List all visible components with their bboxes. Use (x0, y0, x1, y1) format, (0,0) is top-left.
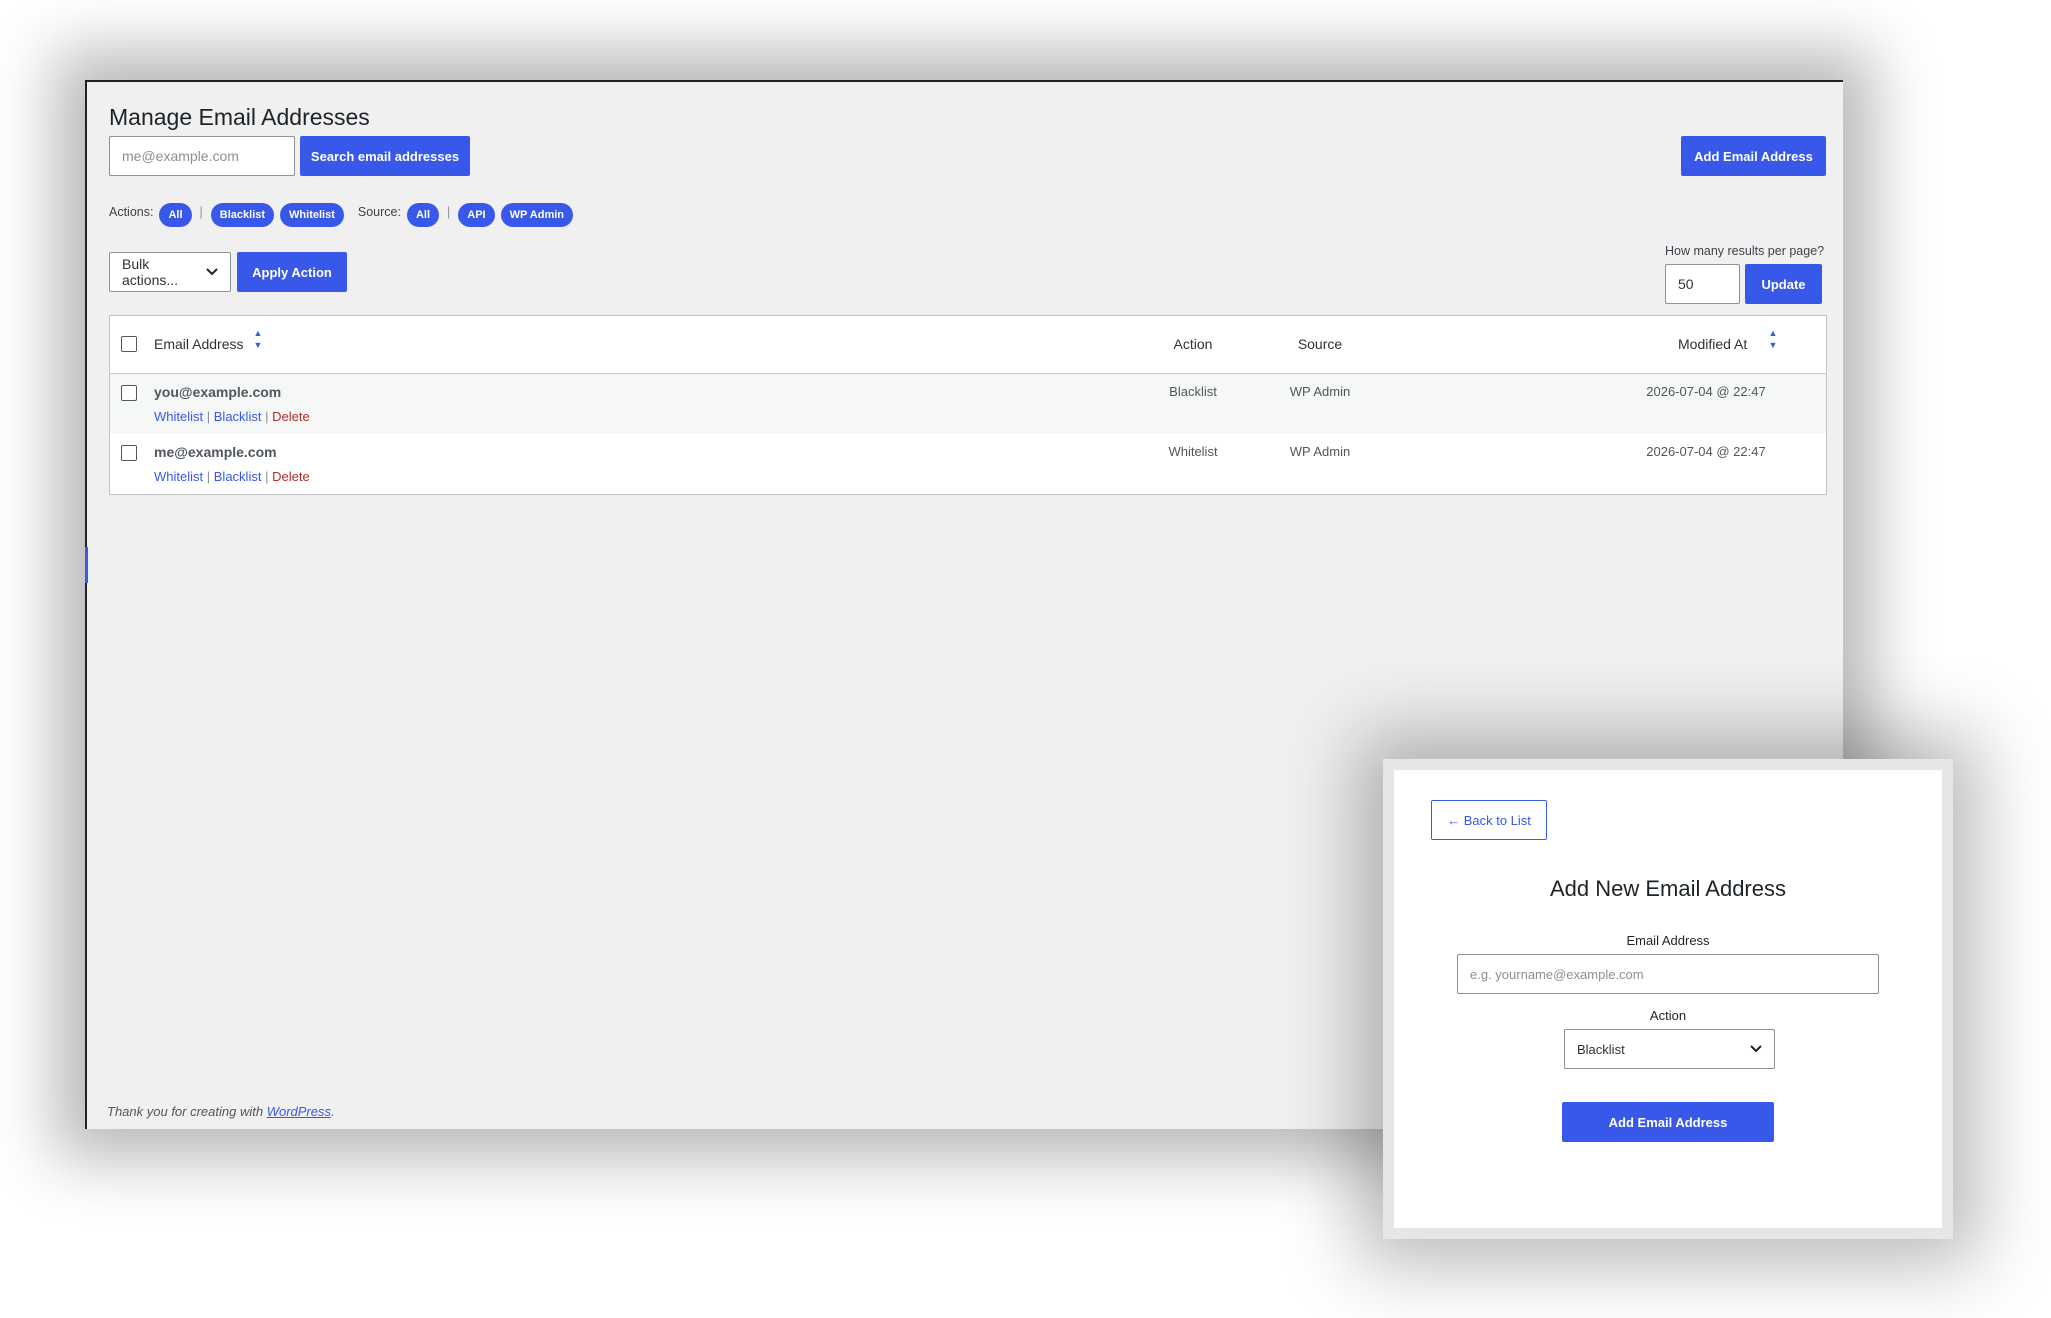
page-title: Manage Email Addresses (109, 104, 370, 130)
bulk-actions-value: Bulk actions... (122, 256, 179, 288)
row-action-separator: | (265, 409, 269, 424)
per-page-input[interactable] (1665, 264, 1740, 304)
modal-title: Add New Email Address (1550, 876, 1786, 901)
filter-action-whitelist[interactable]: Whitelist (280, 203, 344, 227)
blacklist-link[interactable]: Blacklist (214, 469, 262, 484)
add-email-button[interactable]: Add Email Address (1681, 136, 1826, 176)
focus-marker (85, 547, 88, 583)
blacklist-link[interactable]: Blacklist (214, 409, 262, 424)
row-checkbox[interactable] (121, 385, 137, 401)
row-actions: Whitelist | Blacklist | Delete (154, 409, 310, 424)
table-row: me@example.com Whitelist | Blacklist | D… (110, 434, 1826, 494)
footer-prefix: Thank you for creating with (107, 1104, 267, 1119)
select-all-checkbox[interactable] (121, 336, 137, 352)
row-modified: 2026-07-04 @ 22:47 (1646, 384, 1766, 399)
apply-action-button[interactable]: Apply Action (237, 252, 347, 292)
row-action: Blacklist (1169, 384, 1217, 399)
whitelist-link[interactable]: Whitelist (154, 469, 203, 484)
filter-action-all[interactable]: All (159, 203, 192, 227)
chevron-down-icon (1750, 1042, 1762, 1056)
footer-text: Thank you for creating with WordPress. (107, 1104, 335, 1119)
add-email-modal-frame: ← Back to List Add New Email Address Ema… (1383, 759, 1953, 1239)
sort-arrows-icon[interactable]: ▲ ▼ (252, 327, 264, 351)
row-action-separator: | (206, 469, 211, 484)
filter-action-blacklist[interactable]: Blacklist (210, 203, 275, 227)
table-row: you@example.com Whitelist | Blacklist | … (110, 374, 1826, 434)
row-email: me@example.com (154, 444, 277, 460)
filter-separator: | (199, 205, 203, 219)
column-source-header: Source (1297, 336, 1343, 352)
sort-arrows-icon[interactable]: ▲ ▼ (1767, 327, 1779, 351)
update-button[interactable]: Update (1745, 264, 1822, 304)
row-source: WP Admin (1289, 384, 1351, 399)
row-action-separator: | (206, 409, 211, 424)
back-to-list-button[interactable]: ← Back to List (1431, 800, 1547, 840)
column-modified-header[interactable]: Modified At (1678, 336, 1747, 352)
filter-separator: | (447, 205, 451, 219)
table-header: Email Address ▲ ▼ Action Source Modified … (110, 316, 1826, 374)
row-action: Whitelist (1168, 444, 1218, 459)
row-modified: 2026-07-04 @ 22:47 (1646, 444, 1766, 459)
action-field-label: Action (1649, 1008, 1687, 1023)
action-select-value: Blacklist (1577, 1041, 1625, 1057)
search-button[interactable]: Search email addresses (300, 136, 470, 176)
search-input[interactable] (109, 136, 295, 176)
filter-source-wp-admin[interactable]: WP Admin (500, 203, 574, 227)
column-email-header[interactable]: Email Address (154, 336, 243, 352)
email-field[interactable] (1457, 954, 1879, 994)
wordpress-link[interactable]: WordPress (267, 1104, 331, 1119)
filter-source-all[interactable]: All (406, 203, 440, 227)
row-email: you@example.com (154, 384, 282, 400)
column-action-header: Action (1173, 336, 1213, 352)
per-page-label: How many results per page? (1665, 244, 1825, 258)
row-actions: Whitelist | Blacklist | Delete (154, 469, 310, 484)
delete-link[interactable]: Delete (272, 469, 310, 484)
bulk-actions-select[interactable]: Bulk actions... (109, 252, 231, 292)
chevron-down-icon (206, 265, 218, 279)
email-table: Email Address ▲ ▼ Action Source Modified … (109, 315, 1827, 495)
whitelist-link[interactable]: Whitelist (154, 409, 203, 424)
action-select[interactable]: Blacklist (1564, 1029, 1775, 1069)
row-action-separator: | (265, 469, 269, 484)
footer-suffix: . (331, 1104, 335, 1119)
delete-link[interactable]: Delete (272, 409, 310, 424)
source-filter-label: Source: (357, 205, 401, 219)
email-field-label: Email Address (1626, 933, 1710, 948)
row-source: WP Admin (1289, 444, 1351, 459)
row-checkbox[interactable] (121, 445, 137, 461)
filters-bar: Actions: All | Blacklist Whitelist Sourc… (109, 197, 579, 227)
filter-source-api[interactable]: API (458, 203, 495, 227)
add-email-submit-button[interactable]: Add Email Address (1562, 1102, 1774, 1142)
actions-filter-label: Actions: (109, 205, 154, 219)
add-email-modal: ← Back to List Add New Email Address Ema… (1394, 770, 1942, 1228)
